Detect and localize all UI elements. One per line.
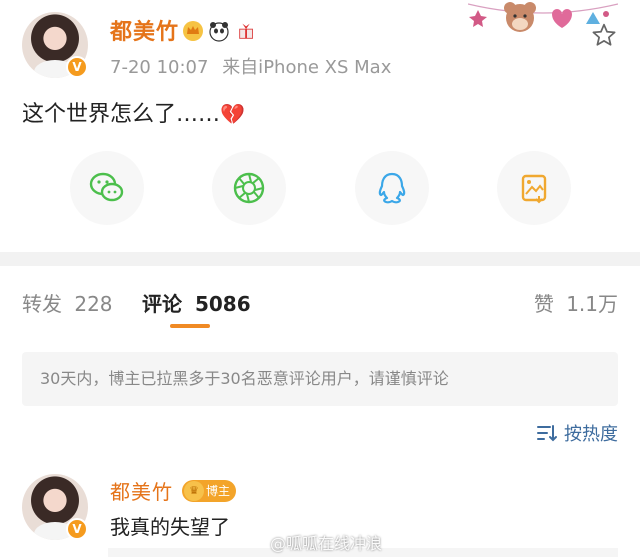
crown-badge-icon[interactable] xyxy=(182,20,204,42)
moments-icon xyxy=(233,172,265,204)
sort-by-hot-button[interactable]: 按热度 xyxy=(536,420,618,446)
save-image-button[interactable] xyxy=(497,151,571,225)
tab-comments-count: 5086 xyxy=(194,292,251,316)
sort-icon xyxy=(537,425,557,442)
comment-text: 我真的失望了 xyxy=(110,515,230,539)
author-name[interactable]: 都美竹 xyxy=(110,14,179,46)
verified-badge-icon: V xyxy=(66,56,88,78)
author-badge: ♛ 博主 xyxy=(182,480,237,502)
tab-comments-label: 评论 xyxy=(142,292,182,316)
broken-heart-icon: 💔 xyxy=(220,102,245,126)
save-image-icon xyxy=(521,174,547,204)
commenter-verified-icon: V xyxy=(66,518,88,540)
tab-repost-count: 228 xyxy=(74,292,113,316)
share-row xyxy=(0,151,640,231)
tab-likes-count: 1.1万 xyxy=(566,292,618,316)
share-moments-button[interactable] xyxy=(212,151,286,225)
favorite-star-icon[interactable] xyxy=(591,22,617,48)
commenter-name[interactable]: 都美竹 xyxy=(110,476,173,505)
wechat-icon xyxy=(89,172,124,202)
panda-badge-icon[interactable] xyxy=(208,20,230,42)
interaction-tabs: 转发 228 评论 5086 赞 1.1万 xyxy=(0,266,640,332)
tab-repost-label: 转发 xyxy=(22,292,62,316)
comment-restriction-notice: 30天内，博主已拉黑多于30名恶意评论用户，请谨慎评论 xyxy=(22,352,618,406)
crown-icon: ♛ xyxy=(184,481,204,501)
post-meta: 7-20 10:07 来自iPhone XS Max xyxy=(110,53,391,79)
share-qq-button[interactable] xyxy=(355,151,429,225)
post-source: 来自iPhone XS Max xyxy=(222,57,392,78)
post-time: 7-20 10:07 xyxy=(110,57,209,78)
section-divider xyxy=(0,252,640,266)
active-tab-indicator xyxy=(170,324,210,328)
sort-label: 按热度 xyxy=(564,424,618,445)
tab-likes[interactable]: 赞 1.1万 xyxy=(534,288,618,317)
weibo-post: V 都美竹 7-20 10:07 来自iPhone XS Max 这个世界怎么了… xyxy=(0,0,640,252)
author-badge-label: 博主 xyxy=(206,484,231,498)
watermark: @呱呱在线冲浪 xyxy=(270,534,383,553)
tab-repost[interactable]: 转发 228 xyxy=(22,288,113,317)
post-content: 这个世界怎么了……💔 xyxy=(22,96,245,128)
share-wechat-button[interactable] xyxy=(70,151,144,225)
qq-icon xyxy=(378,172,406,204)
tab-likes-label: 赞 xyxy=(533,292,554,316)
post-text: 这个世界怎么了…… xyxy=(22,102,221,127)
tab-comments[interactable]: 评论 5086 xyxy=(142,288,251,317)
gift-badge-icon[interactable] xyxy=(236,20,258,42)
